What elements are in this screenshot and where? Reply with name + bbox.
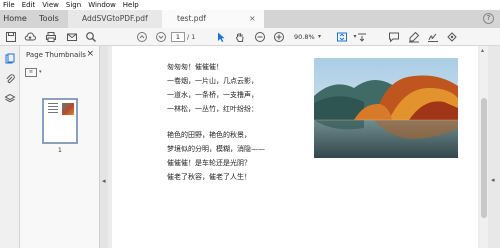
poem-line: 催老了秋容，催老了人生！ (167, 173, 251, 181)
page-count: / 1 (187, 33, 196, 41)
left-rail (0, 46, 20, 248)
thumbnail-image (62, 103, 74, 115)
menu-sign[interactable]: Sign (66, 0, 81, 10)
save-icon[interactable] (5, 31, 17, 43)
menu-file[interactable]: File (3, 0, 15, 10)
poem-line: 一道水，一条桥，一支橹声， (167, 91, 258, 99)
comment-icon[interactable] (388, 31, 400, 43)
poem-line: 梦境似的分明，模糊，消隐—— (167, 145, 265, 153)
poem-line: 匆匆匆！催催催！ (167, 63, 223, 71)
menu-bar: File Edit View Sign Window Help (0, 0, 500, 10)
chevron-down-icon[interactable]: ▾ (318, 32, 321, 42)
page-thumbnail[interactable] (42, 98, 78, 144)
tab-document-test[interactable]: test.pdf × (162, 10, 264, 28)
expand-right-pane-icon[interactable]: ◂ (491, 176, 495, 184)
stamp-icon[interactable] (446, 31, 458, 43)
scrollbar-thumb[interactable] (481, 98, 487, 218)
poem-line: 一卷烟，一片山，几点云影， (167, 77, 258, 85)
poem-line: 催催催！是车轮还是光阴？ (167, 159, 251, 167)
layers-icon[interactable] (4, 93, 16, 105)
close-icon[interactable]: × (249, 10, 256, 28)
menu-help[interactable]: Help (123, 0, 139, 10)
tab-document-addsvgtopdf[interactable]: AddSVGtoPDF.pdf × (68, 10, 169, 28)
menu-view[interactable]: View (42, 0, 59, 10)
poem-line: 艳色的田野，艳色的秋景， (167, 131, 251, 139)
document-area: 匆匆匆！催催催！ 一卷烟，一片山，几点云影， 一道水，一条桥，一支橹声， 一林松… (108, 46, 480, 248)
hand-tool-icon[interactable] (234, 31, 246, 43)
tab-label: AddSVGtoPDF.pdf (82, 14, 148, 23)
email-icon[interactable] (66, 31, 78, 43)
thumbnails-panel: Page Thumbnails × ≡ ▾ 1 (20, 46, 100, 248)
poem-text: 匆匆匆！催催催！ 一卷烟，一片山，几点云影， 一道水，一条桥，一支橹声， 一林松… (167, 60, 317, 184)
print-icon[interactable] (45, 31, 57, 43)
pdf-page: 匆匆匆！催催催！ 一卷烟，一片山，几点云影， 一道水，一条桥，一支橹声， 一林松… (112, 46, 478, 248)
search-icon[interactable] (85, 31, 97, 43)
menu-window[interactable]: Window (88, 0, 116, 10)
next-page-icon[interactable] (155, 31, 167, 43)
thumbnails-title: Page Thumbnails (26, 51, 86, 59)
tab-bar: Home Tools AddSVGtoPDF.pdf × test.pdf × … (0, 10, 500, 28)
stanza-gap (167, 116, 317, 128)
close-icon[interactable]: × (86, 49, 94, 59)
scroll-mode-icon[interactable] (356, 31, 368, 43)
menu-edit[interactable]: Edit (22, 0, 36, 10)
page-fit-icon[interactable] (336, 31, 348, 43)
right-pane-rail: ◂ (488, 46, 500, 248)
help-icon[interactable]: ? (483, 13, 494, 24)
sign-icon[interactable] (427, 31, 439, 43)
zoom-out-icon[interactable] (254, 31, 266, 43)
select-cursor-icon[interactable] (215, 31, 227, 43)
vertical-scrollbar[interactable]: ▴ (480, 46, 488, 248)
scroll-up-icon[interactable]: ▴ (481, 47, 484, 54)
highlight-pen-icon[interactable] (408, 31, 420, 43)
tab-home[interactable]: Home (0, 10, 30, 28)
thumbnail-text-lines (48, 103, 58, 117)
tab-label: test.pdf (177, 14, 206, 23)
attachment-icon[interactable] (4, 73, 16, 85)
thumbnail-options-icon[interactable]: ≡ (25, 68, 37, 77)
chevron-down-icon[interactable]: ▾ (39, 68, 42, 77)
zoom-level[interactable]: 90.8% (294, 32, 320, 42)
thumbnails-panel-icon[interactable] (4, 53, 16, 65)
page-number-input[interactable]: 1 (171, 32, 185, 42)
previous-page-icon[interactable] (136, 31, 148, 43)
tab-tools[interactable]: Tools (30, 10, 68, 28)
cloud-upload-icon[interactable] (24, 31, 36, 43)
thumbnail-page-label: 1 (58, 147, 62, 154)
autumn-landscape-image (314, 58, 458, 158)
zoom-in-icon[interactable] (273, 31, 285, 43)
toolbar: 1 / 1 90.8% ▾ ▾ (0, 28, 500, 46)
poem-line: 一林松，一丛竹，红叶纷纷： (167, 105, 258, 113)
